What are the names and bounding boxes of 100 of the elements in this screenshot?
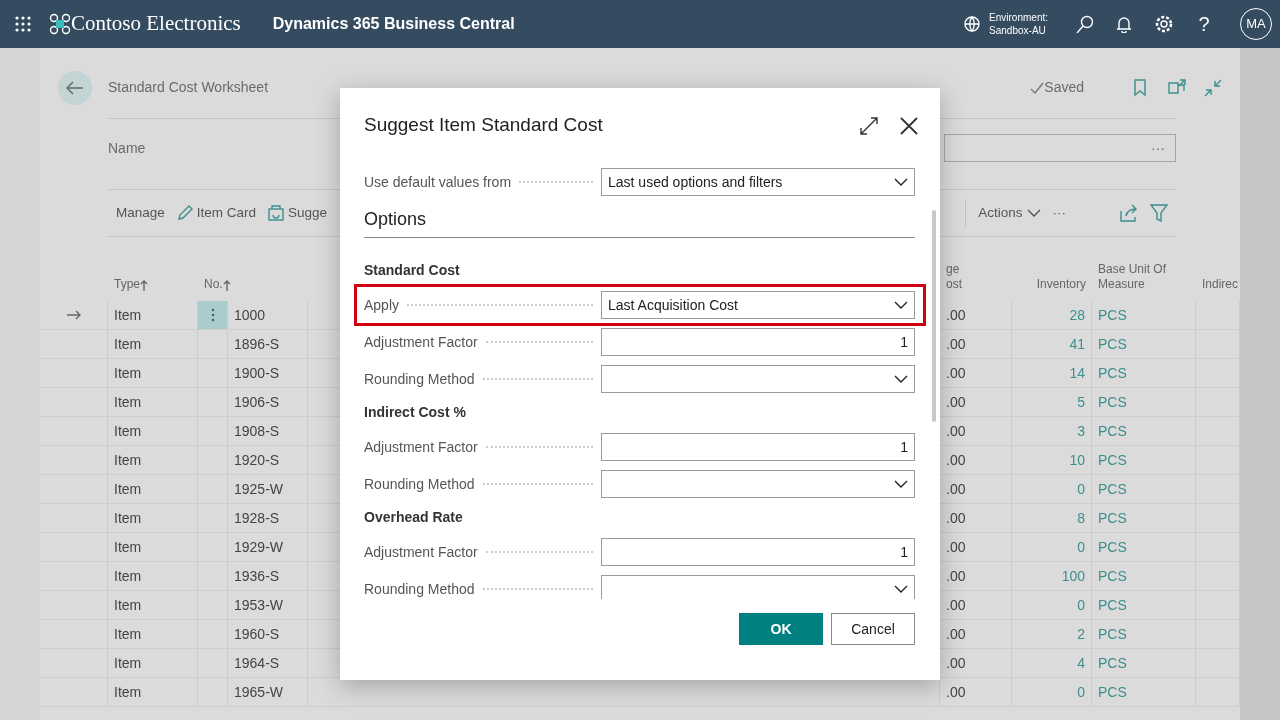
table-cell[interactable]: PCS (1092, 388, 1196, 416)
field-label: Adjustment Factor (364, 332, 478, 352)
settings-icon[interactable] (1155, 15, 1173, 33)
table-cell: Item (108, 620, 198, 648)
field-label: Adjustment Factor (364, 437, 478, 457)
dropdown-field[interactable]: Last Acquisition Cost (601, 291, 915, 319)
table-cell[interactable]: 28 (1012, 301, 1092, 329)
back-arrow-icon (66, 80, 84, 95)
table-cell[interactable]: 100 (1012, 562, 1092, 590)
input-field[interactable]: 1 (601, 433, 915, 461)
table-cell[interactable]: PCS (1092, 301, 1196, 329)
environment-name: Sandbox-AU (989, 24, 1047, 38)
collapse-icon[interactable] (1204, 78, 1222, 97)
table-cell: Item (108, 446, 198, 474)
table-cell: 1964-S (228, 649, 308, 677)
back-button[interactable] (58, 70, 92, 105)
table-cell[interactable]: 0 (1012, 475, 1092, 503)
globe-icon (963, 15, 982, 33)
table-cell[interactable]: PCS (1092, 649, 1196, 677)
table-cell[interactable]: 2 (1012, 620, 1092, 648)
name-field[interactable]: ··· (944, 134, 1176, 162)
table-cell[interactable]: PCS (1092, 330, 1196, 358)
help-button[interactable]: ? (1192, 12, 1216, 36)
table-cell[interactable]: PCS (1092, 446, 1196, 474)
table-cell[interactable]: PCS (1092, 504, 1196, 532)
table-cell[interactable]: 10 (1012, 446, 1092, 474)
more-button[interactable]: ··· (1052, 202, 1066, 224)
dropdown-field[interactable] (601, 575, 915, 599)
dropdown-field[interactable] (601, 365, 915, 393)
table-cell: 1936-S (228, 562, 308, 590)
action-button[interactable]: Manage (116, 202, 165, 224)
table-cell: 1929-W (228, 533, 308, 561)
column-header[interactable]: Indirec (1196, 277, 1240, 301)
page-title: Standard Cost Worksheet (108, 78, 269, 97)
table-cell[interactable]: 14 (1012, 359, 1092, 387)
table-cell: 1908-S (228, 417, 308, 445)
table-cell[interactable]: PCS (1092, 620, 1196, 648)
dropdown-field[interactable]: Last used options and filters (601, 168, 915, 196)
app-launcher-icon[interactable] (15, 16, 31, 32)
table-cell[interactable]: 0 (1012, 678, 1092, 706)
table-cell: 1928-S (228, 504, 308, 532)
cancel-button[interactable]: Cancel (831, 613, 915, 645)
table-cell: Item (108, 678, 198, 706)
table-cell: 1000 (228, 301, 308, 329)
logo-icon (49, 13, 71, 35)
field-label: Rounding Method (364, 579, 475, 599)
actions-menu[interactable]: Actions (978, 202, 1041, 224)
expand-icon[interactable] (860, 116, 878, 135)
column-header[interactable]: ge ost (940, 261, 1012, 301)
table-cell: Item (108, 562, 198, 590)
column-header[interactable]: Inventory (1012, 277, 1092, 301)
table-cell[interactable]: 41 (1012, 330, 1092, 358)
action-button[interactable]: Sugge (268, 202, 328, 224)
table-cell[interactable]: PCS (1092, 359, 1196, 387)
table-cell[interactable]: PCS (1092, 533, 1196, 561)
bell-icon[interactable] (1115, 15, 1133, 33)
chevron-icon (894, 585, 908, 593)
section-heading: Options (364, 206, 915, 238)
action-button[interactable]: Item Card (176, 202, 257, 224)
table-cell[interactable]: 4 (1012, 649, 1092, 677)
input-field[interactable]: 1 (601, 538, 915, 566)
close-icon[interactable] (900, 116, 918, 135)
brand-name: Contoso Electronics (71, 10, 241, 38)
table-cell[interactable]: PCS (1092, 562, 1196, 590)
filter-icon[interactable] (1150, 204, 1168, 222)
table-cell: 1920-S (228, 446, 308, 474)
column-header[interactable]: Base Unit Of Measure (1092, 261, 1196, 301)
table-cell[interactable]: 0 (1012, 533, 1092, 561)
ok-button[interactable]: OK (739, 613, 823, 645)
dropdown-field[interactable] (601, 470, 915, 498)
field-label: Rounding Method (364, 474, 475, 494)
table-cell: 1896-S (228, 330, 308, 358)
table-cell: 1965-W (228, 678, 308, 706)
table-cell[interactable]: PCS (1092, 475, 1196, 503)
column-header[interactable]: No. (198, 277, 308, 301)
table-cell: 1960-S (228, 620, 308, 648)
sort-arrow-icon (140, 279, 148, 291)
field-label: Name (108, 138, 146, 158)
input-field[interactable]: 1 (601, 328, 915, 356)
search-icon[interactable] (1075, 15, 1093, 33)
table-cell[interactable]: 8 (1012, 504, 1092, 532)
table-cell[interactable]: 5 (1012, 388, 1092, 416)
chevron-icon (894, 375, 908, 383)
table-cell[interactable]: PCS (1092, 417, 1196, 445)
table-cell[interactable]: PCS (1092, 591, 1196, 619)
scrollbar[interactable] (932, 210, 936, 422)
table-cell: 1925-W (228, 475, 308, 503)
chevron-icon (894, 301, 908, 309)
table-cell: Item (108, 475, 198, 503)
share-icon[interactable] (1120, 204, 1138, 222)
table-cell[interactable]: PCS (1092, 678, 1196, 706)
table-cell: 1906-S (228, 388, 308, 416)
table-cell: Item (108, 417, 198, 445)
sort-arrow-icon (222, 279, 231, 291)
table-cell[interactable]: 3 (1012, 417, 1092, 445)
table-cell: 1953-W (228, 591, 308, 619)
table-cell: Item (108, 359, 198, 387)
table-cell[interactable]: 0 (1012, 591, 1092, 619)
new-window-icon[interactable] (1168, 78, 1186, 97)
column-header[interactable]: Type (108, 277, 198, 301)
